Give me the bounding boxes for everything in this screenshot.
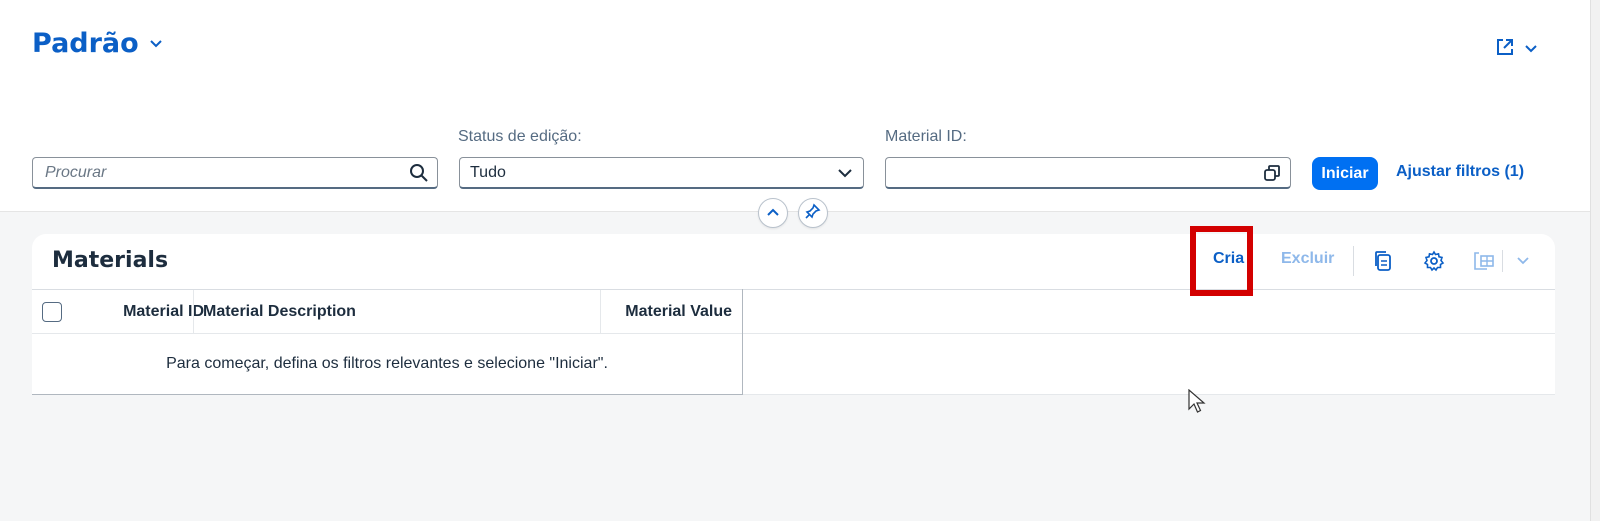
delete-button[interactable]: Excluir: [1281, 250, 1334, 268]
collapse-header-button[interactable]: [758, 198, 788, 228]
pin-icon: [805, 203, 821, 224]
toolbar-separator: [1502, 250, 1503, 272]
export-icon[interactable]: [1469, 246, 1499, 276]
search-placeholder: Procurar: [45, 163, 107, 181]
materials-table-panel: Materials Cria Excluir Material ID Mater…: [32, 234, 1555, 395]
variant-title: Padrão: [32, 28, 139, 59]
column-header-material-id[interactable]: Material ID: [96, 290, 214, 334]
search-icon[interactable]: [401, 163, 437, 183]
status-select-value: Tudo: [470, 163, 506, 181]
share-menu-button[interactable]: [1494, 36, 1538, 63]
table-empty-message: Para começar, defina os filtros relevant…: [32, 334, 742, 395]
toolbar-separator: [1353, 246, 1354, 276]
page-scrollbar[interactable]: [1590, 0, 1600, 521]
adapt-filters-button[interactable]: Ajustar filtros (1): [1396, 163, 1524, 181]
copy-icon[interactable]: [1368, 246, 1398, 276]
search-input[interactable]: Procurar: [32, 157, 438, 189]
chevron-down-icon[interactable]: [1508, 246, 1538, 276]
material-id-input[interactable]: [885, 157, 1291, 189]
go-button[interactable]: Iniciar: [1312, 157, 1378, 190]
variant-selector[interactable]: Padrão: [32, 28, 163, 59]
value-help-icon[interactable]: [1254, 163, 1290, 183]
material-id-filter-label: Material ID:: [885, 128, 967, 145]
status-filter-label: Status de edição:: [458, 128, 582, 145]
table-column-end-line: [742, 289, 743, 395]
column-header-material-description[interactable]: Material Description: [203, 290, 356, 334]
table-title: Materials: [52, 248, 169, 273]
status-select[interactable]: Tudo: [459, 157, 864, 189]
mouse-cursor-icon: [1188, 388, 1206, 420]
column-header-material-value[interactable]: Material Value: [601, 290, 742, 334]
share-icon: [1494, 36, 1516, 63]
chevron-up-icon: [766, 204, 780, 222]
pin-header-button[interactable]: [798, 198, 828, 228]
select-all-checkbox[interactable]: [42, 302, 62, 322]
chevron-down-icon: [149, 39, 163, 49]
chevron-down-icon: [1524, 41, 1538, 59]
chevron-down-icon: [827, 168, 863, 178]
gear-icon[interactable]: [1419, 246, 1449, 276]
column-divider: [193, 290, 194, 334]
filter-header: Padrão Status de edição: Material ID: Pr…: [0, 0, 1600, 212]
table-bottom-line: [743, 394, 1555, 395]
table-header-row: Material ID Material Description Materia…: [32, 289, 1555, 334]
create-button[interactable]: Cria: [1213, 250, 1244, 268]
